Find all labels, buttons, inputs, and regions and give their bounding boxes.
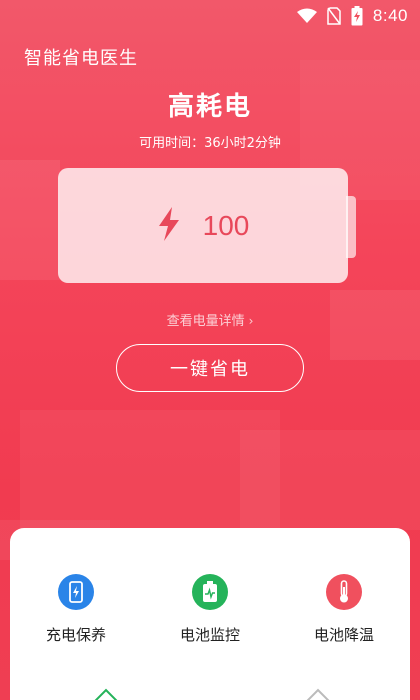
- app-screen: 8:40 智能省电医生 高耗电 可用时间：36小时2分钟 100 查看电量详情 ›…: [0, 0, 420, 700]
- feature-label: 电池降温: [313, 626, 374, 644]
- chevron-right-icon: ›: [248, 314, 254, 328]
- feature-charge-care[interactable]: 充电保养: [16, 574, 136, 645]
- feature-label: 电池监控: [179, 626, 240, 644]
- feature-battery-monitor[interactable]: 电池监控: [150, 574, 270, 645]
- battery-charging-icon: [351, 6, 363, 26]
- feature-label: 充电保养: [45, 626, 106, 644]
- power-status-headline: 高耗电: [167, 92, 252, 122]
- battery-level: 100: [202, 209, 250, 241]
- nav-tab-hint[interactable]: [306, 688, 330, 700]
- battery-cap: [346, 196, 356, 258]
- wifi-icon: [296, 8, 317, 24]
- decor-block: [240, 430, 420, 530]
- phone-charge-icon: [58, 574, 94, 610]
- app-title: 智能省电医生: [24, 48, 138, 69]
- no-sim-icon: [327, 7, 341, 25]
- available-time: 可用时间：36小时2分钟: [139, 136, 281, 151]
- status-bar: 8:40: [0, 0, 420, 32]
- one-tap-save-button[interactable]: 一键省电: [116, 344, 304, 392]
- feature-panel: 充电保养 电池监控 电池降温: [10, 528, 410, 700]
- battery-monitor-icon: [192, 574, 228, 610]
- battery-card: 100: [58, 168, 348, 283]
- decor-block: [0, 160, 60, 280]
- nav-tab-hint[interactable]: [94, 688, 118, 700]
- lightning-bolt-icon: [157, 206, 181, 245]
- feature-battery-cooling[interactable]: 电池降温: [284, 574, 404, 645]
- battery-details-link[interactable]: 查看电量详情 ›: [0, 310, 420, 329]
- battery-details-label: 查看电量详情: [166, 314, 245, 329]
- thermometer-icon: [326, 574, 362, 610]
- clock: 8:40: [372, 6, 408, 25]
